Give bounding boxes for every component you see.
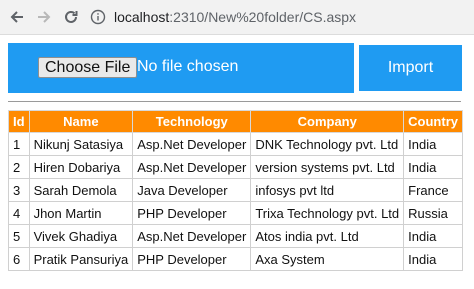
cell-technology: PHP Developer [132, 201, 252, 225]
cell-technology: PHP Developer [132, 247, 252, 271]
cell-name: Jhon Martin [28, 201, 134, 225]
table-row: 4 Jhon Martin PHP Developer Trixa Techno… [8, 201, 463, 225]
cell-id: 5 [8, 224, 30, 248]
table-row: 5 Vivek Ghadiya Asp.Net Developer Atos i… [8, 224, 463, 248]
choose-file-button[interactable]: Choose File [38, 57, 138, 78]
cell-id: 1 [8, 132, 30, 156]
table-header-row: Id Name Technology Company Country [8, 110, 463, 133]
cell-country: India [403, 155, 463, 179]
cell-name: Hiren Dobariya [28, 155, 134, 179]
url-path: :2310/New%20folder/CS.aspx [169, 9, 357, 25]
cell-country: India [403, 224, 463, 248]
column-header-id: Id [8, 110, 30, 133]
arrow-right-icon [38, 11, 51, 23]
cell-name: Nikunj Satasiya [28, 132, 134, 156]
reload-icon [65, 10, 78, 23]
cell-id: 4 [8, 201, 30, 225]
table-row: 1 Nikunj Satasiya Asp.Net Developer DNK … [8, 132, 463, 156]
arrow-left-icon [10, 11, 23, 23]
upload-panel: Choose File No file chosen [8, 43, 354, 93]
cell-country: India [403, 247, 463, 271]
cell-name: Vivek Ghadiya [28, 224, 134, 248]
cell-id: 3 [8, 178, 30, 202]
cell-country: France [403, 178, 463, 202]
cell-country: India [403, 132, 463, 156]
cell-technology: Asp.Net Developer [132, 155, 252, 179]
file-status-text: No file chosen [137, 58, 239, 75]
cell-id: 6 [8, 247, 30, 271]
address-bar[interactable]: localhost:2310/New%20folder/CS.aspx [90, 5, 468, 29]
column-header-technology: Technology [132, 110, 252, 133]
forward-button[interactable] [33, 6, 55, 28]
info-icon[interactable] [90, 9, 106, 25]
column-header-country: Country [403, 110, 463, 133]
cell-company: infosys pvt ltd [250, 178, 405, 202]
browser-toolbar: localhost:2310/New%20folder/CS.aspx [0, 0, 474, 35]
url-host: localhost [114, 9, 170, 25]
table-row: 2 Hiren Dobariya Asp.Net Developer versi… [8, 155, 463, 179]
cell-technology: Asp.Net Developer [132, 224, 252, 248]
cell-name: Sarah Demola [28, 178, 134, 202]
cell-country: Russia [403, 201, 463, 225]
table-row: 6 Pratik Pansuriya PHP Developer Axa Sys… [8, 247, 463, 271]
cell-company: DNK Technology pvt. Ltd [250, 132, 405, 156]
back-button[interactable] [6, 6, 28, 28]
cell-technology: Asp.Net Developer [132, 132, 252, 156]
table-row: 3 Sarah Demola Java Developer infosys pv… [8, 178, 463, 202]
reload-button[interactable] [60, 6, 82, 28]
cell-name: Pratik Pansuriya [28, 247, 134, 271]
import-button[interactable]: Import [359, 45, 462, 91]
cell-technology: Java Developer [132, 178, 252, 202]
divider [8, 101, 461, 102]
cell-company: Axa System [250, 247, 405, 271]
column-header-company: Company [250, 110, 405, 133]
cell-id: 2 [8, 155, 30, 179]
cell-company: Atos india pvt. Ltd [250, 224, 405, 248]
cell-company: Trixa Technology pvt. Ltd [250, 201, 405, 225]
employee-table: Id Name Technology Company Country 1 Nik… [8, 110, 463, 271]
cell-company: version systems pvt. Ltd [250, 155, 405, 179]
column-header-name: Name [28, 110, 134, 133]
